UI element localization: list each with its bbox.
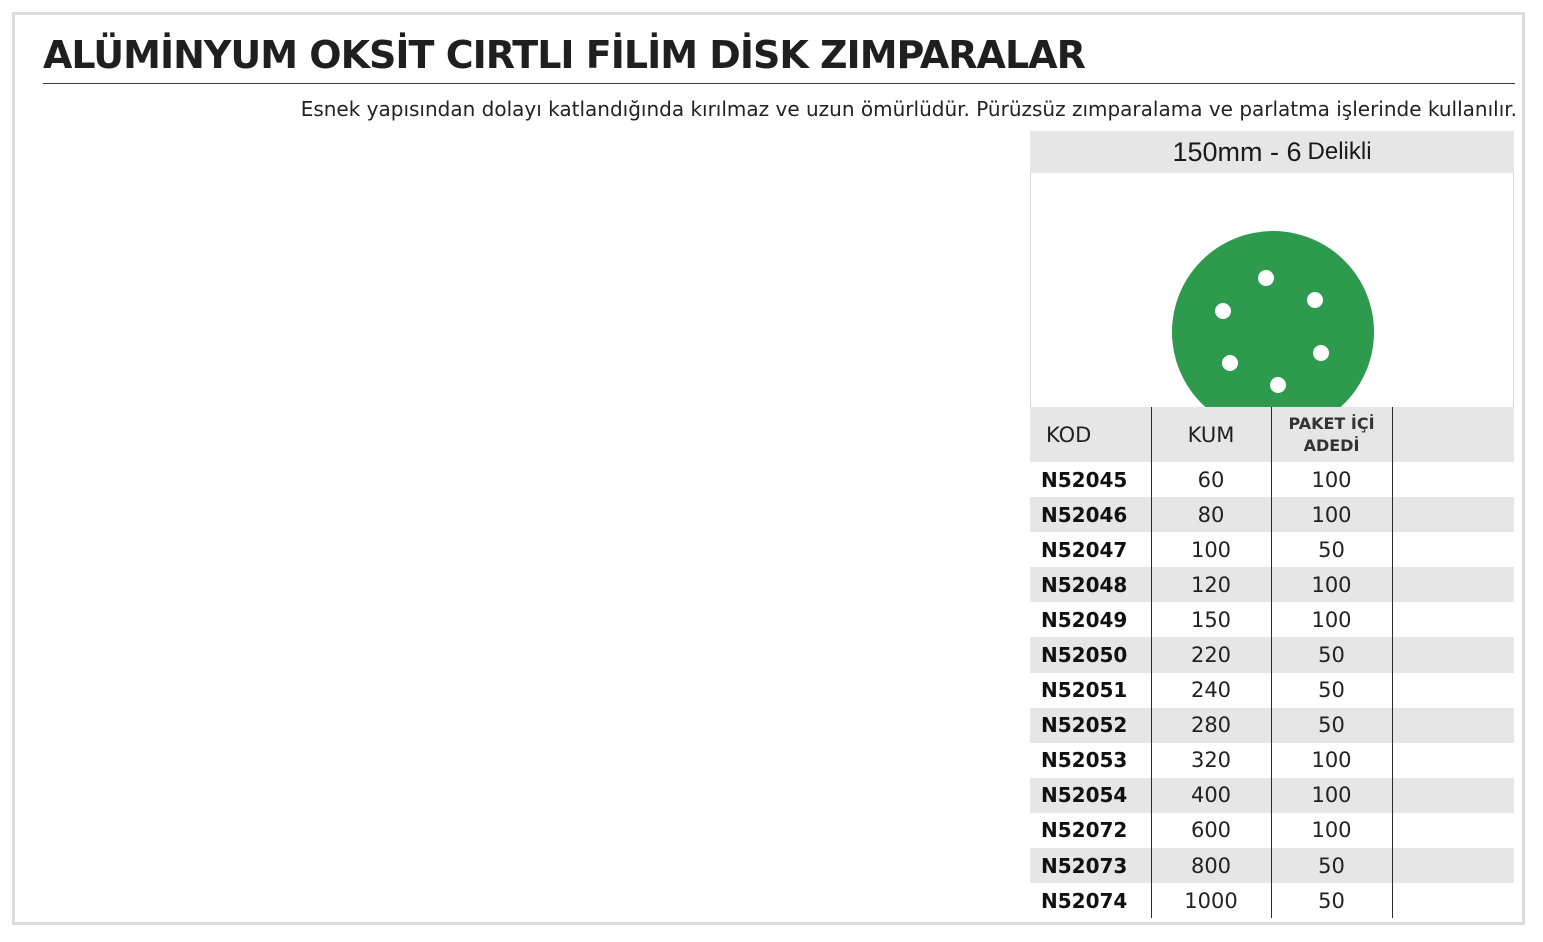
cell-empty xyxy=(1392,848,1514,884)
cell-kum: 320 xyxy=(1150,742,1271,778)
cell-paket: 100 xyxy=(1270,462,1393,498)
header-paket-line2: ADEDİ xyxy=(1303,435,1360,455)
cell-empty xyxy=(1392,883,1514,918)
table-header-row: KOD KUM PAKET İÇİ ADEDİ xyxy=(1030,407,1514,462)
table-row: N52072 600 100 xyxy=(1030,812,1514,849)
cell-kod: N52073 xyxy=(1030,848,1151,884)
table-row: N52046 80 100 xyxy=(1030,497,1514,533)
table-row: N52074 1000 50 xyxy=(1030,883,1514,919)
cell-empty xyxy=(1392,813,1514,848)
title-divider xyxy=(43,83,1515,84)
cell-kum: 600 xyxy=(1150,812,1271,849)
cell-paket: 100 xyxy=(1270,497,1393,533)
cell-kod: N52053 xyxy=(1041,748,1128,773)
cell-paket: 100 xyxy=(1270,812,1393,849)
cell-kod: N52045 xyxy=(1041,467,1128,492)
table-row: N52049 150 100 xyxy=(1030,602,1514,638)
cell-kod: N52050 xyxy=(1030,637,1151,673)
cell-kum: 100 xyxy=(1150,532,1271,568)
cell-kum: 80 xyxy=(1150,497,1271,533)
table-row: N52073 800 50 xyxy=(1030,848,1514,884)
cell-paket: 50 xyxy=(1270,532,1393,568)
header-kum: KUM xyxy=(1150,407,1271,462)
disc-hole xyxy=(1258,270,1274,286)
product-image xyxy=(1030,173,1514,407)
header-kod: KOD xyxy=(1030,407,1151,462)
panel-heading: 150mm - 6 Delikli xyxy=(1030,131,1514,173)
header-empty xyxy=(1392,407,1514,462)
header-paket: PAKET İÇİ ADEDİ xyxy=(1270,407,1393,462)
cell-kum: 1000 xyxy=(1150,883,1271,919)
table-row: N52045 60 100 xyxy=(1030,462,1514,498)
cell-kod: N52047 xyxy=(1041,537,1128,562)
table-row: N52048 120 100 xyxy=(1030,567,1514,603)
cell-kum: 800 xyxy=(1150,848,1271,884)
disc-hole xyxy=(1307,292,1323,308)
cell-empty xyxy=(1392,777,1514,813)
cell-kod: N52072 xyxy=(1041,818,1128,843)
cell-paket: 50 xyxy=(1270,707,1393,743)
cell-kum: 220 xyxy=(1150,637,1271,673)
table-row: N52054 400 100 xyxy=(1030,777,1514,813)
cell-kod: N52046 xyxy=(1030,497,1151,533)
table-row: N52050 220 50 xyxy=(1030,637,1514,673)
cell-empty xyxy=(1392,673,1514,708)
table-row: N52053 320 100 xyxy=(1030,742,1514,778)
cell-empty xyxy=(1392,602,1514,637)
cell-empty xyxy=(1392,567,1514,603)
cell-paket: 50 xyxy=(1270,672,1393,708)
panel-heading-unit: Delikli xyxy=(1307,138,1372,165)
cell-paket: 100 xyxy=(1270,602,1393,638)
cell-kod: N52051 xyxy=(1041,678,1128,703)
table-row: N52047 100 50 xyxy=(1030,532,1514,568)
cell-kum: 400 xyxy=(1150,777,1271,813)
cell-kod: N52052 xyxy=(1030,707,1151,743)
panel-heading-size: 150mm - 6 xyxy=(1172,136,1302,167)
disc-hole xyxy=(1215,303,1231,319)
cell-kum: 240 xyxy=(1150,672,1271,708)
cell-empty xyxy=(1392,637,1514,673)
cell-empty xyxy=(1392,532,1514,567)
cell-kum: 120 xyxy=(1150,567,1271,603)
product-panel: 150mm - 6 Delikli KOD KUM PAKET İÇİ ADED… xyxy=(1030,131,1514,919)
cell-empty xyxy=(1392,497,1514,533)
cell-kum: 150 xyxy=(1150,602,1271,638)
cell-paket: 50 xyxy=(1270,883,1393,919)
disc-hole xyxy=(1222,355,1238,371)
table-row: N52052 280 50 xyxy=(1030,707,1514,743)
cell-paket: 50 xyxy=(1270,848,1393,884)
cell-empty xyxy=(1392,462,1514,497)
page-title: ALÜMİNYUM OKSİT CIRTLI FİLİM DİSK ZIMPAR… xyxy=(43,33,1086,77)
cell-paket: 100 xyxy=(1270,742,1393,778)
cell-empty xyxy=(1392,743,1514,778)
header-paket-line1: PAKET İÇİ xyxy=(1288,413,1375,433)
disc-hole xyxy=(1313,345,1329,361)
cell-kod: N52074 xyxy=(1041,888,1128,913)
cell-paket: 100 xyxy=(1270,777,1393,813)
cell-kum: 280 xyxy=(1150,707,1271,743)
sanding-disc-image xyxy=(1172,231,1374,407)
disc-hole xyxy=(1270,377,1286,393)
table-row: N52051 240 50 xyxy=(1030,672,1514,708)
cell-empty xyxy=(1392,707,1514,743)
cell-kum: 60 xyxy=(1150,462,1271,498)
cell-kod: N52049 xyxy=(1041,607,1128,632)
cell-paket: 100 xyxy=(1270,567,1393,603)
cell-paket: 50 xyxy=(1270,637,1393,673)
product-table: KOD KUM PAKET İÇİ ADEDİ N52045 60 100 N5204… xyxy=(1030,407,1514,919)
cell-kod: N52054 xyxy=(1030,777,1151,813)
cell-kod: N52048 xyxy=(1030,567,1151,603)
product-description: Esnek yapısından dolayı katlandığında kı… xyxy=(300,97,1517,121)
